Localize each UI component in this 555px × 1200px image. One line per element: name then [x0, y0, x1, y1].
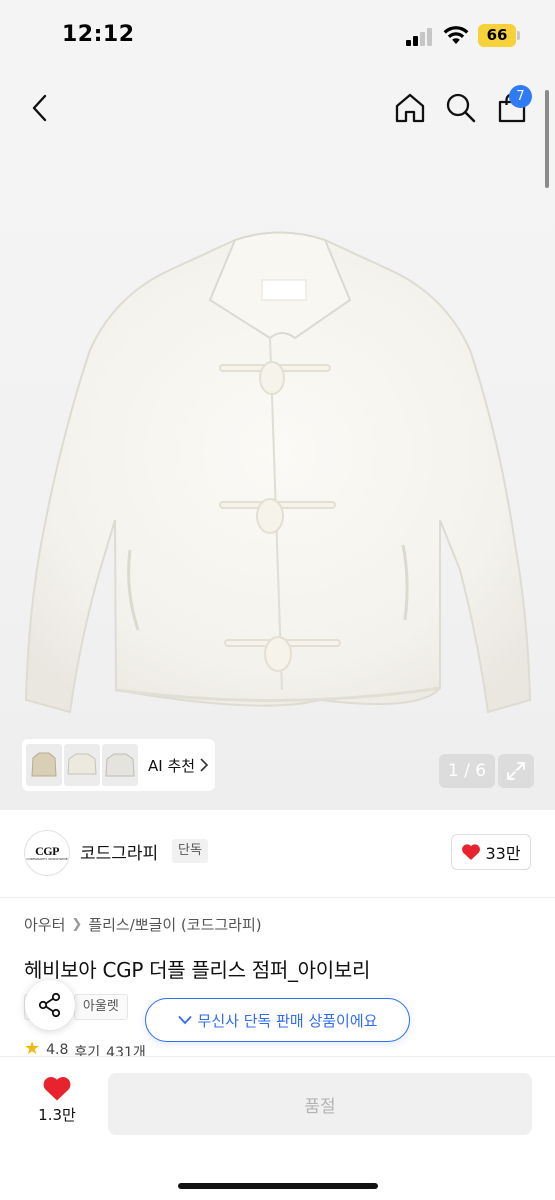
product-title: 헤비보아 CGP 더플 플리스 점퍼_아이보리	[24, 958, 371, 982]
search-icon	[446, 93, 476, 123]
ai-recommend-button[interactable]: AI 추천	[148, 755, 209, 776]
wishlist-count: 1.3만	[38, 1106, 76, 1124]
breadcrumb-item[interactable]: 플리스/뽀글이 (코드그라피)	[88, 914, 261, 935]
review-count: 431개	[106, 1045, 146, 1056]
cart-count-badge: 7	[509, 85, 532, 108]
thumbnail[interactable]	[102, 744, 138, 786]
brand-exclusive-tag: 단독	[172, 839, 208, 863]
rating-row[interactable]: ★ 4.8 후기 431개	[24, 1042, 146, 1056]
home-indicator	[178, 1183, 378, 1189]
chevron-down-icon	[178, 1016, 191, 1025]
brand-row[interactable]: CGP CODEGRAPHY WORLDWIDE 코드그라피 단독 33만	[0, 810, 555, 898]
product-image	[24, 231, 532, 714]
product-image-gallery[interactable]: 7 AI 추천 1 / 6	[0, 70, 555, 810]
search-button[interactable]	[441, 88, 481, 128]
breadcrumb-item[interactable]: 아우터	[24, 914, 65, 935]
ai-recommend-label: AI 추천	[148, 756, 196, 775]
brand-like-button[interactable]: 33만	[451, 834, 531, 870]
thumbnail-strip[interactable]: AI 추천	[22, 739, 215, 791]
brand-like-count: 33만	[485, 844, 521, 863]
share-icon	[38, 992, 61, 1018]
home-button[interactable]	[390, 88, 430, 128]
image-page-counter: 1 / 6	[439, 754, 495, 788]
chevron-left-icon	[32, 94, 47, 122]
chevron-right-icon: ❯	[71, 917, 83, 932]
sold-out-button[interactable]: 품절	[108, 1073, 532, 1135]
expand-image-button[interactable]	[498, 754, 534, 788]
cellular-signal-icon	[406, 28, 434, 46]
heart-icon	[462, 844, 481, 860]
review-label: 후기	[74, 1045, 101, 1056]
thumbnail[interactable]	[64, 744, 100, 786]
exclusive-notice: 무신사 단독 판매 상품이에요	[145, 998, 410, 1042]
brand-name[interactable]: 코드그라피	[80, 839, 158, 864]
chevron-right-icon	[200, 758, 209, 772]
home-icon	[395, 93, 425, 123]
rating-value: 4.8	[46, 1042, 69, 1056]
brand-logo-text: CGP	[35, 844, 59, 858]
status-time: 12:12	[62, 22, 135, 47]
product-tag: 아울렛	[73, 994, 128, 1020]
back-button[interactable]	[20, 88, 60, 128]
wifi-icon	[443, 24, 469, 46]
star-icon: ★	[24, 1042, 41, 1056]
expand-icon	[507, 762, 525, 780]
bottom-action-bar: 1.3만 품절	[0, 1056, 555, 1200]
thumbnail[interactable]	[26, 744, 62, 786]
brand-logo-subtext: CODEGRAPHY WORLDWIDE	[26, 857, 68, 861]
scroll-indicator	[545, 90, 549, 188]
battery-level: 66	[478, 24, 516, 47]
heart-icon	[43, 1077, 71, 1101]
status-bar: 12:12 66	[0, 0, 555, 70]
breadcrumb: 아우터 ❯ 플리스/뽀글이 (코드그라피)	[24, 914, 262, 935]
battery-tip	[517, 31, 520, 40]
brand-logo[interactable]: CGP CODEGRAPHY WORLDWIDE	[24, 830, 70, 876]
wishlist-button[interactable]: 1.3만	[28, 1075, 86, 1135]
share-button[interactable]	[25, 980, 75, 1030]
exclusive-notice-text: 무신사 단독 판매 상품이에요	[197, 1011, 378, 1030]
